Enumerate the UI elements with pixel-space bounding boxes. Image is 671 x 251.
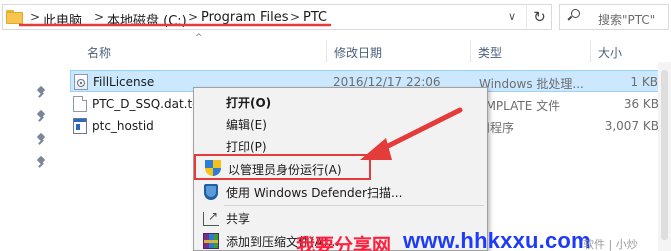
search-placeholder: 搜索"PTC": [598, 13, 656, 27]
menu-item-run-as-admin[interactable]: 以管理员身份运行(A): [194, 154, 371, 180]
breadcrumb-separator-icon: >: [94, 10, 105, 24]
winrar-icon: [203, 233, 219, 249]
address-bar[interactable]: > 此电脑 > 本地磁盘 (C:) > Program Files > PTC …: [2, 4, 552, 30]
column-header-name[interactable]: 名称: [87, 44, 111, 61]
search-icon: [567, 9, 580, 21]
file-size: 36 KB: [623, 97, 659, 111]
scrollbar-thumb[interactable]: [661, 70, 668, 240]
column-divider[interactable]: [590, 40, 591, 62]
column-divider[interactable]: [326, 40, 327, 62]
breadcrumb-separator-icon: >: [188, 10, 199, 24]
search-input[interactable]: 搜索"PTC": [559, 4, 669, 30]
defender-shield-icon: [203, 184, 219, 200]
navigation-pane: [0, 33, 64, 251]
pin-icon[interactable]: [36, 132, 46, 146]
watermark-url: www.hhkxxu.com: [403, 228, 591, 251]
column-header-date[interactable]: 修改日期: [334, 44, 382, 61]
file-name: ptc_hostid: [92, 119, 154, 133]
menu-item-print[interactable]: 打印(P): [196, 135, 485, 156]
breadcrumb-program-files[interactable]: Program Files: [201, 10, 289, 25]
breadcrumb-local-disk[interactable]: 本地磁盘 (C:): [107, 10, 187, 29]
dat-file-icon: [73, 96, 87, 112]
file-size: 3,007 KB: [604, 119, 659, 133]
breadcrumb-this-pc[interactable]: 此电脑: [43, 10, 82, 29]
breadcrumb-separator-icon: >: [290, 10, 301, 24]
column-header-size[interactable]: 大小: [598, 44, 622, 61]
folder-icon: [6, 10, 23, 24]
pin-icon[interactable]: [36, 155, 46, 169]
watermark-tail-text: 软件 | 小炒: [583, 238, 638, 251]
menu-item-label: 使用 Windows Defender扫描...: [226, 186, 403, 200]
file-type: Windows 批处理...: [479, 77, 584, 91]
column-header-type[interactable]: 类型: [478, 44, 502, 61]
vertical-scrollbar[interactable]: [658, 62, 671, 251]
address-row: > 此电脑 > 本地磁盘 (C:) > Program Files > PTC …: [0, 0, 671, 33]
refresh-icon[interactable]: ↻: [526, 6, 552, 28]
batch-file-icon: [74, 74, 88, 90]
pin-icon[interactable]: [36, 109, 46, 123]
pin-icon[interactable]: [36, 85, 46, 99]
breadcrumb-ptc[interactable]: PTC: [303, 10, 327, 25]
menu-item-label: 共享: [226, 212, 251, 226]
file-type: EMPLATE 文件: [478, 99, 561, 113]
sort-up-icon: ^: [195, 33, 203, 43]
menu-separator: [224, 205, 484, 206]
menu-item-label: 以管理员身份运行(A): [228, 163, 342, 177]
menu-item-label: 打开(O): [226, 96, 272, 110]
context-menu: 打开(O) 编辑(E) 打印(P) 以管理员身份运行(A) 使用 Windows…: [193, 87, 488, 251]
menu-item-label: 编辑(E): [226, 118, 267, 132]
menu-item-defender-scan[interactable]: 使用 Windows Defender扫描...: [196, 181, 485, 202]
file-name: FillLicense: [93, 75, 155, 89]
exe-file-icon: [73, 118, 87, 134]
column-divider[interactable]: [470, 40, 471, 62]
watermark-site-name: 我要分享网: [296, 235, 392, 251]
file-size: 1 KB: [630, 75, 658, 89]
breadcrumb-separator-icon: >: [30, 10, 41, 24]
menu-item-share[interactable]: ↗ 共享: [196, 207, 485, 228]
address-dropdown-icon[interactable]: ∨: [508, 10, 516, 23]
uac-shield-icon: [205, 160, 221, 176]
menu-item-open[interactable]: 打开(O): [196, 91, 485, 112]
menu-item-edit[interactable]: 编辑(E): [196, 113, 485, 134]
share-icon: ↗: [203, 210, 219, 226]
menu-item-label: 打印(P): [226, 140, 267, 154]
